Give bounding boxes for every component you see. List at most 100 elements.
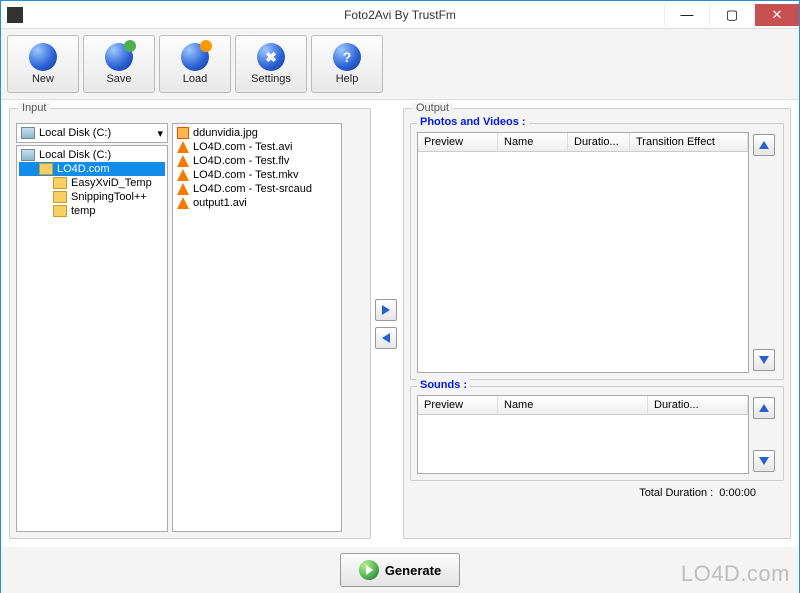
file-item-name: LO4D.com - Test.mkv: [193, 169, 299, 181]
tree-item-label: Local Disk (C:): [39, 149, 111, 161]
generate-label: Generate: [385, 563, 441, 578]
input-left-column: Local Disk (C:) ▾ Local Disk (C:) LO4D.co…: [16, 123, 168, 532]
drive-combo[interactable]: Local Disk (C:) ▾: [16, 123, 168, 143]
file-item-name: LO4D.com - Test.avi: [193, 141, 292, 153]
help-button[interactable]: ? Help: [311, 35, 383, 93]
output-group-title: Output: [412, 102, 453, 114]
sounds-title: Sounds :: [417, 379, 470, 391]
input-group-title: Input: [18, 102, 50, 114]
chevron-down-icon: ▾: [157, 127, 163, 140]
x-glyph-icon: ✖: [257, 43, 285, 71]
file-item[interactable]: LO4D.com - Test.mkv: [175, 168, 339, 182]
folder-icon: [39, 163, 53, 175]
output-group: Output Photos and Videos : Preview Name …: [403, 108, 791, 539]
file-item[interactable]: LO4D.com - Test.flv: [175, 154, 339, 168]
window-controls: — ▢ ✕: [664, 4, 799, 26]
file-item[interactable]: ddunvidia.jpg: [175, 126, 339, 140]
settings-label: Settings: [251, 73, 291, 85]
photos-move-up-button[interactable]: [753, 134, 775, 156]
tree-item-label: LO4D.com: [57, 163, 110, 175]
tree-item[interactable]: SnippingTool++: [19, 190, 165, 204]
file-item[interactable]: LO4D.com - Test-srcaud: [175, 182, 339, 196]
new-icon: [29, 43, 57, 71]
file-item[interactable]: output1.avi: [175, 196, 339, 210]
remove-left-button[interactable]: [375, 327, 397, 349]
image-file-icon: [177, 127, 189, 139]
help-label: Help: [336, 73, 359, 85]
photos-col-duration[interactable]: Duratio...: [568, 133, 630, 151]
settings-button[interactable]: ✖ Settings: [235, 35, 307, 93]
tree-item[interactable]: temp: [19, 204, 165, 218]
sounds-reorder-buttons: [753, 395, 777, 474]
tree-item[interactable]: EasyXviD_Temp: [19, 176, 165, 190]
folder-icon: [53, 191, 67, 203]
file-item-name: output1.avi: [193, 197, 247, 209]
folder-icon: [53, 205, 67, 217]
load-label: Load: [183, 73, 207, 85]
minimize-button[interactable]: —: [664, 4, 709, 26]
sounds-group: Sounds : Preview Name Duratio...: [410, 386, 784, 481]
photos-table[interactable]: Preview Name Duratio... Transition Effec…: [417, 132, 749, 373]
content-area: Input Local Disk (C:) ▾ Local Disk (C:)L…: [1, 100, 799, 547]
maximize-button[interactable]: ▢: [709, 4, 754, 26]
tree-item-label: SnippingTool++: [71, 191, 147, 203]
photos-table-body[interactable]: [418, 152, 748, 372]
load-button[interactable]: Load: [159, 35, 231, 93]
input-group: Input Local Disk (C:) ▾ Local Disk (C:)L…: [9, 108, 371, 539]
photos-table-header: Preview Name Duratio... Transition Effec…: [418, 133, 748, 152]
sounds-move-down-button[interactable]: [753, 450, 775, 472]
app-icon: [7, 7, 23, 23]
close-button[interactable]: ✕: [754, 4, 799, 26]
titlebar: Foto2Avi By TrustFm — ▢ ✕: [1, 1, 799, 29]
photos-videos-group: Photos and Videos : Preview Name Duratio…: [410, 123, 784, 380]
total-duration-value: 0:00:00: [719, 487, 756, 499]
save-icon: [105, 43, 133, 71]
photos-col-preview[interactable]: Preview: [418, 133, 498, 151]
tree-item-label: temp: [71, 205, 95, 217]
sounds-move-up-button[interactable]: [753, 397, 775, 419]
help-icon: ?: [333, 43, 361, 71]
sounds-col-name[interactable]: Name: [498, 396, 648, 414]
arrow-up-icon: [759, 404, 769, 412]
vlc-cone-icon: [177, 141, 189, 153]
plus-badge-icon: [124, 40, 136, 52]
vlc-cone-icon: [177, 197, 189, 209]
generate-button[interactable]: Generate: [340, 553, 460, 587]
play-icon: [359, 560, 379, 580]
vlc-cone-icon: [177, 155, 189, 167]
sounds-table-body[interactable]: [418, 415, 748, 473]
transfer-buttons: [375, 108, 399, 539]
sounds-table-header: Preview Name Duratio...: [418, 396, 748, 415]
load-icon: [181, 43, 209, 71]
new-label: New: [32, 73, 54, 85]
file-item[interactable]: LO4D.com - Test.avi: [175, 140, 339, 154]
save-label: Save: [106, 73, 131, 85]
arrow-down-icon: [759, 457, 769, 465]
arrow-down-icon: [759, 356, 769, 364]
photos-move-down-button[interactable]: [753, 349, 775, 371]
vlc-cone-icon: [177, 169, 189, 181]
folder-icon: [53, 177, 67, 189]
folder-tree[interactable]: Local Disk (C:) LO4D.comEasyXviD_TempSnip…: [16, 145, 168, 532]
tree-item[interactable]: Local Disk (C:): [19, 148, 165, 162]
sun-badge-icon: [200, 40, 212, 52]
photos-col-transition[interactable]: Transition Effect: [630, 133, 748, 151]
add-right-button[interactable]: [375, 299, 397, 321]
sounds-col-preview[interactable]: Preview: [418, 396, 498, 414]
bottom-bar: Generate: [1, 547, 799, 593]
tree-item[interactable]: LO4D.com: [19, 162, 165, 176]
question-glyph-icon: ?: [333, 43, 361, 71]
main-toolbar: New Save Load ✖ Settings ? Help: [1, 29, 799, 100]
save-button[interactable]: Save: [83, 35, 155, 93]
settings-icon: ✖: [257, 43, 285, 71]
total-duration-row: Total Duration : 0:00:00: [410, 487, 784, 499]
new-button[interactable]: New: [7, 35, 79, 93]
file-item-name: LO4D.com - Test.flv: [193, 155, 289, 167]
file-item-name: ddunvidia.jpg: [193, 127, 258, 139]
sounds-table[interactable]: Preview Name Duratio...: [417, 395, 749, 474]
sounds-col-duration[interactable]: Duratio...: [648, 396, 748, 414]
file-list[interactable]: ddunvidia.jpg LO4D.com - Test.avi LO4D.com…: [172, 123, 342, 532]
file-item-name: LO4D.com - Test-srcaud: [193, 183, 312, 195]
photos-col-name[interactable]: Name: [498, 133, 568, 151]
drive-combo-value: Local Disk (C:): [39, 127, 111, 139]
